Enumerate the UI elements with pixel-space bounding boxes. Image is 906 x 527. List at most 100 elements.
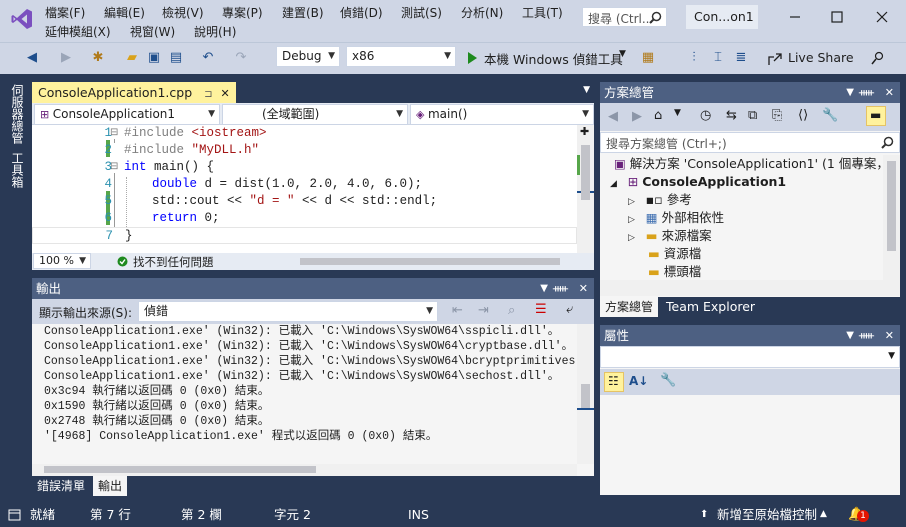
menu-analyze[interactable]: 分析(N) bbox=[461, 4, 503, 21]
menu-tools[interactable]: 工具(T) bbox=[522, 4, 563, 21]
chevron-down-icon[interactable]: ▼ bbox=[846, 82, 854, 103]
show-all-files-icon[interactable]: ⎘ bbox=[772, 108, 782, 123]
close-icon[interactable]: ✕ bbox=[885, 82, 894, 103]
clear-all-icon[interactable]: ☰ bbox=[535, 302, 547, 317]
pin-icon[interactable]: ᚔ bbox=[859, 325, 874, 346]
chevron-down-icon[interactable]: ▼ bbox=[674, 108, 681, 118]
chevron-down-icon[interactable]: ▼ bbox=[583, 85, 590, 95]
member-combo[interactable]: ◈ main() ▼ bbox=[410, 104, 594, 125]
open-folder-icon[interactable]: ▰ bbox=[124, 50, 140, 66]
scroll-thumb[interactable] bbox=[581, 384, 590, 409]
menu-project[interactable]: 專案(P) bbox=[222, 4, 263, 21]
team-explorer-tab[interactable]: Team Explorer bbox=[662, 297, 759, 317]
save-all-icon[interactable]: ▤ bbox=[168, 50, 184, 66]
chevron-down-icon[interactable]: ▼ bbox=[846, 325, 854, 346]
toolbox-tab[interactable]: 工具箱 bbox=[9, 152, 26, 188]
comment-icon[interactable]: ≣ bbox=[733, 50, 749, 66]
chevron-down-icon[interactable]: ▼ bbox=[540, 278, 548, 299]
project-combo[interactable]: ⊞ ConsoleApplication1 ▼ bbox=[34, 104, 220, 125]
forward-icon[interactable]: ▶ bbox=[632, 109, 642, 124]
properties-object-combo[interactable]: ▼ bbox=[600, 346, 900, 368]
menu-build[interactable]: 建置(B) bbox=[282, 4, 324, 21]
pin-icon[interactable]: ⊐ bbox=[204, 89, 212, 100]
error-list-tab[interactable]: 錯誤清單 bbox=[32, 476, 90, 496]
output-vertical-scrollbar[interactable] bbox=[577, 324, 594, 464]
find-message-icon[interactable]: ⌕ bbox=[508, 303, 515, 318]
bookmark-icon[interactable]: ⌶ bbox=[710, 50, 726, 66]
back-icon[interactable]: ◀ bbox=[608, 109, 618, 124]
config-combo[interactable]: Debug ▼ bbox=[276, 46, 340, 67]
menu-help[interactable]: 說明(H) bbox=[194, 23, 236, 40]
issues-status[interactable]: 找不到任何問題 bbox=[133, 254, 214, 270]
add-to-source-control[interactable]: 新增至原始檔控制 bbox=[717, 502, 817, 527]
solution-explorer-tab[interactable]: 方案總管 bbox=[600, 297, 659, 317]
tree-header-files[interactable]: ▬ 標頭檔 bbox=[648, 263, 701, 280]
view-code-icon[interactable]: ⟨⟩ bbox=[798, 108, 808, 123]
menu-test[interactable]: 測試(S) bbox=[401, 4, 442, 21]
scroll-thumb[interactable] bbox=[44, 466, 316, 473]
horizontal-scroll-thumb[interactable] bbox=[300, 258, 560, 265]
new-project-icon[interactable]: ✱ bbox=[90, 50, 106, 66]
go-to-previous-icon[interactable]: ⇤ bbox=[452, 303, 463, 318]
solution-search-input[interactable]: 搜尋方案總管 (Ctrl+;) bbox=[606, 135, 727, 152]
search-box[interactable]: 搜尋 (Ctrl... bbox=[582, 7, 667, 27]
output-horizontal-scrollbar[interactable] bbox=[32, 464, 577, 476]
server-explorer-tab[interactable]: 伺服器總管 bbox=[9, 84, 26, 144]
property-pages-wrench-icon[interactable]: 🔧 bbox=[660, 373, 676, 388]
output-text[interactable]: ConsoleApplication1.exe' (Win32): 已載入 'C… bbox=[32, 324, 577, 464]
play-icon[interactable] bbox=[466, 51, 478, 65]
menu-debug[interactable]: 偵錯(D) bbox=[340, 4, 383, 21]
menu-edit[interactable]: 編輯(E) bbox=[104, 4, 145, 21]
categorized-button[interactable]: ☷ bbox=[604, 372, 624, 392]
vertical-scrollbar[interactable]: ✚ bbox=[577, 125, 594, 253]
maximize-icon[interactable] bbox=[830, 10, 844, 24]
scroll-thumb[interactable] bbox=[887, 161, 896, 251]
sync-icon[interactable]: ⇆ bbox=[726, 108, 737, 123]
menu-extensions[interactable]: 延伸模組(X) bbox=[45, 23, 111, 40]
doc-tab-active[interactable]: ConsoleApplication1.cpp ⊐ ✕ bbox=[32, 82, 236, 103]
home-icon[interactable]: ⌂ bbox=[654, 108, 662, 123]
output-source-combo[interactable]: 偵錯 ▼ bbox=[138, 301, 438, 322]
run-debugger-button[interactable]: 本機 Windows 偵錯工具 bbox=[484, 49, 623, 68]
go-to-next-icon[interactable]: ⇥ bbox=[478, 303, 489, 318]
chevron-up-icon[interactable]: ▲ bbox=[820, 502, 827, 527]
close-icon[interactable]: ✕ bbox=[221, 87, 230, 100]
tree-references[interactable]: ▷ ▪▫ 參考 bbox=[628, 191, 692, 211]
menu-window[interactable]: 視窗(W) bbox=[130, 23, 175, 40]
menu-view[interactable]: 檢視(V) bbox=[162, 4, 204, 21]
word-wrap-icon[interactable]: ⤶ bbox=[566, 302, 573, 317]
minimize-icon[interactable] bbox=[788, 10, 802, 24]
close-icon[interactable]: ✕ bbox=[579, 278, 588, 299]
tree-source-files[interactable]: ▷ ▬ 來源檔案 bbox=[628, 227, 712, 247]
tree-project[interactable]: ◢ ⊞ ConsoleApplication1 bbox=[610, 173, 883, 193]
solution-horizontal-scrollbar[interactable] bbox=[600, 280, 900, 296]
hot-reload-icon[interactable]: ▦ bbox=[640, 50, 656, 66]
step-icon[interactable]: ⫶ bbox=[686, 50, 702, 66]
properties-wrench-icon[interactable]: 🔧 bbox=[822, 108, 838, 123]
tree-resource-files[interactable]: ▬ 資源檔 bbox=[648, 245, 701, 263]
pin-icon[interactable]: ᚔ bbox=[859, 82, 874, 103]
forward-icon[interactable]: ▶ bbox=[58, 50, 74, 66]
tree-external-deps[interactable]: ▷ ▦ 外部相依性 bbox=[628, 209, 724, 229]
scope-combo[interactable]: (全域範圍) ▼ bbox=[222, 104, 408, 125]
menu-file[interactable]: 檔案(F) bbox=[45, 4, 85, 21]
collapse-all-icon[interactable]: ⧉ bbox=[748, 108, 757, 123]
preview-button[interactable]: ▬ bbox=[866, 106, 886, 126]
pin-icon[interactable]: ᚔ bbox=[553, 278, 568, 299]
platform-combo[interactable]: x86 ▼ bbox=[346, 46, 456, 67]
solution-vertical-scrollbar[interactable] bbox=[883, 155, 900, 280]
alphabetical-icon[interactable]: A↓ bbox=[629, 374, 648, 388]
scroll-thumb[interactable] bbox=[581, 145, 590, 200]
live-share-button[interactable]: Live Share bbox=[788, 50, 854, 65]
close-icon[interactable] bbox=[875, 10, 889, 24]
output-tab[interactable]: 輸出 bbox=[93, 476, 128, 496]
save-icon[interactable]: ▣ bbox=[146, 50, 162, 66]
search-input[interactable]: 搜尋 (Ctrl... bbox=[588, 10, 653, 27]
pending-changes-icon[interactable]: ◷ bbox=[700, 108, 711, 123]
code-area[interactable]: ⊟ ⊟ 1 #include <iostream> 2 #include "MyDL… bbox=[32, 125, 594, 253]
tree-solution-root[interactable]: ▣ 解決方案 'ConsoleApplication1' (1 個專案，共 bbox=[614, 155, 883, 173]
solution-search-box[interactable]: 搜尋方案總管 (Ctrl+;) bbox=[600, 132, 900, 153]
zoom-combo[interactable]: 100 % ▼ bbox=[33, 253, 91, 269]
chevron-down-icon[interactable]: ▼ bbox=[619, 49, 626, 59]
redo-icon[interactable]: ↷ bbox=[233, 50, 249, 66]
